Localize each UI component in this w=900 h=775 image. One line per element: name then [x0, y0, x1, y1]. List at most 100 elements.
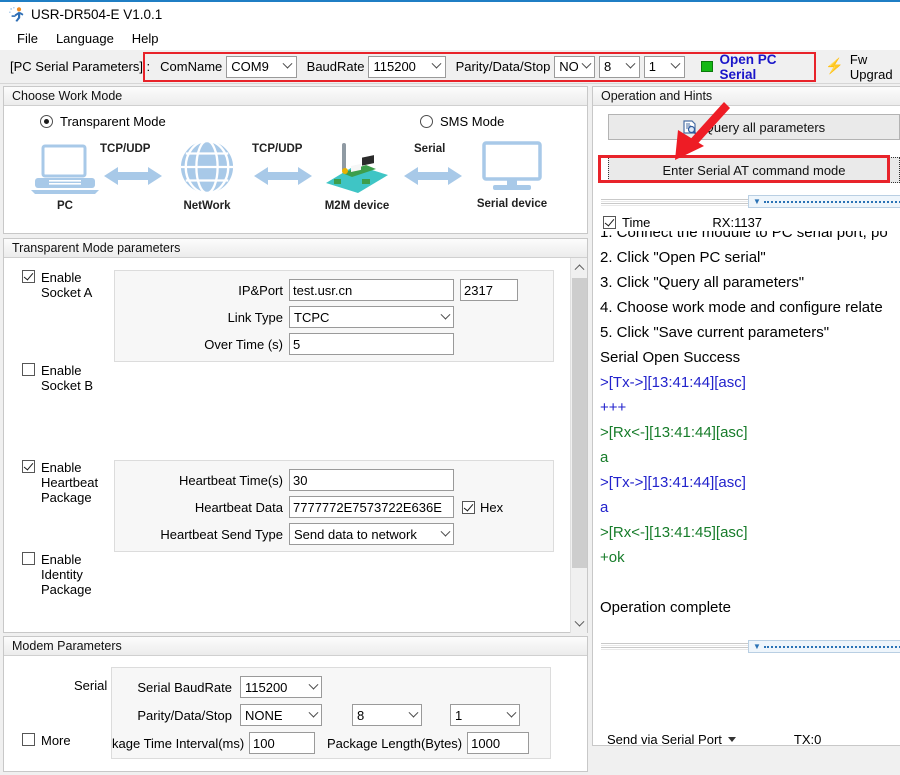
link-type-select[interactable]: TCPC: [289, 306, 454, 328]
stop-bits-select[interactable]: 1: [643, 55, 685, 78]
heartbeat-data-input[interactable]: 7777772E7573722E636E: [289, 496, 454, 518]
diagram-link-label-2: TCP/UDP: [252, 143, 303, 155]
serial-parameters-toolbar: [PC Serial Parameters] : ComName COM9 Ba…: [0, 50, 900, 84]
log-line: >[Tx->][13:41:44][asc]: [600, 474, 746, 491]
menu-item-help[interactable]: Help: [123, 29, 168, 48]
log-line-list: 1. Connect the module to PC serial port,…: [594, 231, 900, 620]
diagram-link-label-1: TCP/UDP: [100, 143, 151, 155]
ip-port-row: IP&Port test.usr.cn 2317: [115, 279, 547, 301]
radio-transparent-mode[interactable]: Transparent Mode: [40, 114, 166, 129]
fw-upgrade-button[interactable]: ⚡ Fw Upgrad: [825, 52, 900, 82]
log-line: 5. Click "Save current parameters": [600, 324, 830, 341]
modem-data-bits-select[interactable]: 8: [352, 704, 422, 726]
heartbeat-time-row: Heartbeat Time(s) 30: [115, 469, 547, 491]
over-time-input[interactable]: 5: [289, 333, 454, 355]
heartbeat-hex-checkbox-row[interactable]: Hex: [462, 500, 503, 515]
diagram-arrow-3: [404, 167, 462, 185]
diagram-arrow-2: [254, 167, 312, 185]
radio-dot-icon: [40, 115, 53, 128]
menu-item-language[interactable]: Language: [47, 29, 123, 48]
enable-socket-b-checkbox[interactable]: [22, 363, 35, 376]
diagram-arrow-1: [104, 167, 162, 185]
diagram-node-serial-device: Serial device: [466, 141, 558, 210]
modem-parity-label: Parity/Data/Stop: [137, 707, 232, 723]
modem-parity-select[interactable]: NONE: [240, 704, 322, 726]
radio-sms-mode[interactable]: SMS Mode: [420, 114, 504, 129]
modem-data-bits-value: 8: [357, 707, 365, 723]
baud-rate-select[interactable]: 115200: [368, 55, 446, 78]
time-checkbox[interactable]: [603, 216, 616, 229]
com-name-select[interactable]: COM9: [226, 55, 297, 78]
chevron-down-icon: [437, 524, 453, 544]
open-pc-serial-label: Open PC Serial: [719, 51, 777, 82]
log-line: 3. Click "Query all parameters": [600, 274, 805, 291]
heartbeat-send-type-select[interactable]: Send data to network: [289, 523, 454, 545]
modem-parity-value: NONE: [245, 707, 283, 723]
send-input-area[interactable]: [594, 654, 900, 730]
log-output-area[interactable]: 1. Connect the module to PC serial port,…: [594, 231, 900, 640]
link-type-label: Link Type: [227, 309, 283, 325]
time-checkbox-row[interactable]: Time RX:1137: [603, 215, 762, 230]
transparent-mode-label: Transparent Mode: [60, 114, 166, 129]
lightning-bolt-icon: ⚡: [825, 58, 844, 75]
enable-identity-row[interactable]: Enable Identity Package: [22, 552, 113, 597]
enable-heartbeat-checkbox[interactable]: [22, 460, 35, 473]
modem-parameters-title: Modem Parameters: [4, 637, 587, 656]
time-label: Time: [622, 215, 651, 230]
globe-icon: [180, 139, 234, 195]
package-time-interval-input[interactable]: 100: [249, 732, 315, 754]
diagram-caption-m2m: M2M device: [324, 200, 390, 212]
scroll-down-button[interactable]: [571, 616, 588, 633]
chevron-down-icon: [503, 705, 519, 725]
chevron-down-icon[interactable]: [727, 737, 736, 742]
parity-select[interactable]: NONI: [554, 55, 596, 78]
heartbeat-hex-checkbox[interactable]: [462, 500, 475, 514]
ip-address-input[interactable]: test.usr.cn: [289, 279, 454, 301]
send-filter-dropdown[interactable]: ▼: [748, 640, 900, 653]
enter-serial-at-command-mode-button[interactable]: Enter Serial AT command mode: [608, 157, 900, 183]
modem-more-checkbox[interactable]: [22, 733, 35, 746]
scrollbar-thumb[interactable]: [572, 278, 587, 568]
menu-item-file[interactable]: File: [8, 29, 47, 48]
transparent-mode-title: Transparent Mode parameters: [4, 239, 587, 258]
heartbeat-time-input[interactable]: 30: [289, 469, 454, 491]
chevron-down-icon: [429, 57, 445, 77]
enable-heartbeat-row[interactable]: Enable Heartbeat Package: [22, 460, 113, 505]
package-length-input[interactable]: 1000: [467, 732, 530, 754]
dotted-rule: [763, 200, 900, 203]
modem-stop-bits-select[interactable]: 1: [450, 704, 520, 726]
query-all-parameters-button[interactable]: Query all parameters: [608, 114, 900, 140]
send-via-serial-port-label[interactable]: Send via Serial Port: [607, 732, 722, 747]
enable-socket-a-checkbox[interactable]: [22, 270, 35, 283]
log-line: a: [600, 449, 609, 466]
log-filter-dropdown[interactable]: ▼: [748, 195, 900, 208]
open-pc-serial-button[interactable]: Open PC Serial: [700, 51, 800, 82]
link-type-row: Link Type TCPC: [115, 306, 547, 328]
chevron-down-icon: [623, 57, 639, 77]
com-name-label: ComName: [160, 59, 223, 74]
enable-socket-b-row[interactable]: Enable Socket B: [22, 363, 113, 393]
module-board-icon: [326, 143, 388, 193]
laptop-icon: [31, 144, 99, 194]
fw-upgrade-label: Fw Upgrad: [849, 51, 893, 82]
modem-more-row[interactable]: More: [22, 733, 113, 748]
heartbeat-send-type-row: Heartbeat Send Type Send data to network: [115, 523, 547, 545]
serial-baudrate-select[interactable]: 115200: [240, 676, 322, 698]
enable-socket-a-row[interactable]: Enable Socket A: [22, 270, 113, 300]
transparent-params-scrollbar[interactable]: [570, 258, 587, 633]
data-bits-select[interactable]: 8: [599, 55, 640, 78]
heartbeat-data-row: Heartbeat Data 7777772E7573722E636E Hex: [115, 496, 547, 518]
heartbeat-time-label: Heartbeat Time(s): [178, 472, 283, 488]
port-input[interactable]: 2317: [460, 279, 518, 301]
application-window: USR-DR504-E V1.0.1 File Language Help [P…: [0, 0, 900, 775]
serial-baudrate-label: Serial BaudRate: [137, 679, 232, 695]
enable-identity-checkbox[interactable]: [22, 552, 35, 565]
scroll-up-button[interactable]: [571, 258, 588, 275]
log-line: >[Tx->][13:41:44][asc]: [600, 374, 746, 391]
modem-stop-bits-value: 1: [455, 707, 463, 723]
menu-bar: File Language Help: [0, 26, 900, 50]
socket-a-panel: IP&Port test.usr.cn 2317 Link Type TCPC …: [114, 270, 554, 362]
baud-rate-value: 115200: [373, 59, 416, 74]
send-status-bar: Send via Serial Port TX:0: [607, 732, 900, 747]
diagram-node-m2m: M2M device: [314, 137, 400, 212]
